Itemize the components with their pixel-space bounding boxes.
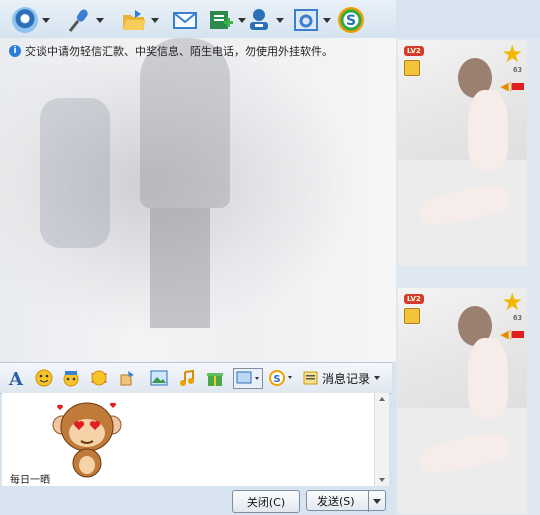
star-icon: ★ bbox=[501, 288, 523, 316]
status-tag bbox=[512, 331, 524, 338]
status-tag bbox=[512, 83, 524, 90]
lock-icon bbox=[404, 308, 420, 324]
chevron-down-icon bbox=[374, 376, 381, 380]
webcam-icon bbox=[12, 7, 38, 33]
bottom-bar: 关闭(C) 发送(S) bbox=[0, 487, 396, 515]
font-button[interactable]: A bbox=[7, 369, 25, 390]
music-button[interactable] bbox=[178, 369, 196, 387]
chat-history-area[interactable]: i 交谈中请勿轻信汇款、中奖信息、陌生电话，勿使用外挂软件。 bbox=[0, 38, 396, 362]
message-log-button[interactable]: 消息记录 bbox=[303, 368, 381, 388]
user-remote-icon bbox=[246, 7, 272, 33]
send-image-button[interactable] bbox=[150, 369, 168, 387]
remote-assist-button[interactable] bbox=[246, 6, 284, 34]
svg-text:A: A bbox=[8, 369, 24, 387]
background-figure bbox=[140, 38, 230, 208]
voice-call-button[interactable] bbox=[66, 6, 104, 34]
input-scrollbar[interactable] bbox=[374, 393, 389, 486]
chevron-down-icon bbox=[96, 17, 104, 23]
star-count: 63 bbox=[513, 66, 522, 74]
message-log-icon bbox=[303, 371, 318, 385]
message-input[interactable]: 每日一晒 bbox=[2, 393, 374, 486]
level-badge: LV2 bbox=[404, 294, 424, 304]
hand-note-icon bbox=[120, 371, 134, 386]
lock-icon bbox=[404, 60, 420, 76]
gear-window-icon bbox=[293, 7, 319, 33]
screenshot-button[interactable] bbox=[233, 368, 263, 389]
security-notice: i 交谈中请勿轻信汇款、中奖信息、陌生电话，勿使用外挂软件。 bbox=[9, 43, 333, 59]
info-icon: i bbox=[9, 45, 21, 57]
app-settings-button[interactable] bbox=[293, 6, 331, 34]
add-group-icon bbox=[208, 7, 234, 33]
gift-icon bbox=[207, 373, 223, 386]
close-button[interactable]: 关闭(C) bbox=[232, 490, 300, 513]
video-call-button[interactable] bbox=[12, 6, 50, 34]
soso-button[interactable]: S bbox=[338, 6, 364, 34]
chevron-down-icon bbox=[151, 17, 159, 23]
magic-emoticon-button[interactable] bbox=[62, 369, 80, 387]
message-log-label: 消息记录 bbox=[322, 371, 371, 386]
soso-icon: S bbox=[269, 370, 292, 386]
chevron-down-icon bbox=[323, 17, 331, 23]
background-chair bbox=[40, 98, 110, 248]
voice-message-button[interactable] bbox=[118, 369, 136, 387]
svg-text:S: S bbox=[346, 13, 356, 29]
shake-window-icon bbox=[91, 370, 107, 386]
soso-search-button[interactable]: S bbox=[268, 369, 296, 387]
chevron-down-icon bbox=[42, 17, 50, 23]
screen-capture-icon bbox=[236, 371, 259, 384]
font-a-icon: A bbox=[8, 369, 24, 390]
image-icon bbox=[150, 370, 168, 386]
send-file-button[interactable] bbox=[121, 6, 159, 34]
create-group-button[interactable] bbox=[208, 6, 246, 34]
send-email-button[interactable] bbox=[172, 6, 198, 34]
body-shape bbox=[468, 90, 508, 170]
background-figure-legs bbox=[150, 208, 210, 328]
magic-face-icon bbox=[63, 371, 79, 387]
microphone-icon bbox=[66, 7, 92, 33]
contact-photo[interactable]: LV2 ★ 63 ◀) bbox=[398, 40, 527, 266]
email-icon bbox=[172, 7, 198, 33]
body-shape bbox=[468, 338, 508, 418]
send-button-label: 发送(S) bbox=[317, 494, 355, 508]
svg-text:S: S bbox=[273, 374, 280, 385]
smiley-icon bbox=[35, 369, 53, 387]
sticker-caption: 每日一晒 bbox=[10, 475, 50, 486]
chevron-down-icon bbox=[276, 17, 284, 23]
level-badge: LV2 bbox=[404, 46, 424, 56]
star-count: 63 bbox=[513, 314, 522, 322]
monkey-sticker bbox=[52, 397, 122, 479]
chevron-down-icon bbox=[373, 499, 381, 504]
music-note-icon bbox=[180, 369, 194, 386]
chevron-down-icon bbox=[238, 17, 246, 23]
send-button[interactable]: 发送(S) bbox=[306, 490, 386, 512]
emoticon-button[interactable] bbox=[35, 369, 53, 387]
folder-open-icon bbox=[121, 7, 147, 33]
top-toolbar: S bbox=[0, 0, 396, 39]
scroll-down-icon[interactable] bbox=[379, 478, 385, 482]
security-notice-text: 交谈中请勿轻信汇款、中奖信息、陌生电话，勿使用外挂软件。 bbox=[25, 45, 333, 58]
scroll-up-icon[interactable] bbox=[379, 397, 385, 401]
self-photo[interactable]: LV2 ★ 63 ◀) bbox=[398, 288, 527, 514]
star-icon: ★ bbox=[501, 40, 523, 68]
gift-button[interactable] bbox=[206, 369, 224, 387]
close-button-label: 关闭(C) bbox=[246, 495, 286, 509]
send-options-dropdown[interactable] bbox=[368, 491, 385, 512]
soso-icon: S bbox=[338, 7, 364, 33]
input-toolbar: A S 消息记录 bbox=[0, 362, 392, 394]
profile-panel: LV2 ★ 63 ◀) LV2 ★ 63 ◀) bbox=[396, 38, 540, 515]
shake-button[interactable] bbox=[90, 369, 108, 387]
